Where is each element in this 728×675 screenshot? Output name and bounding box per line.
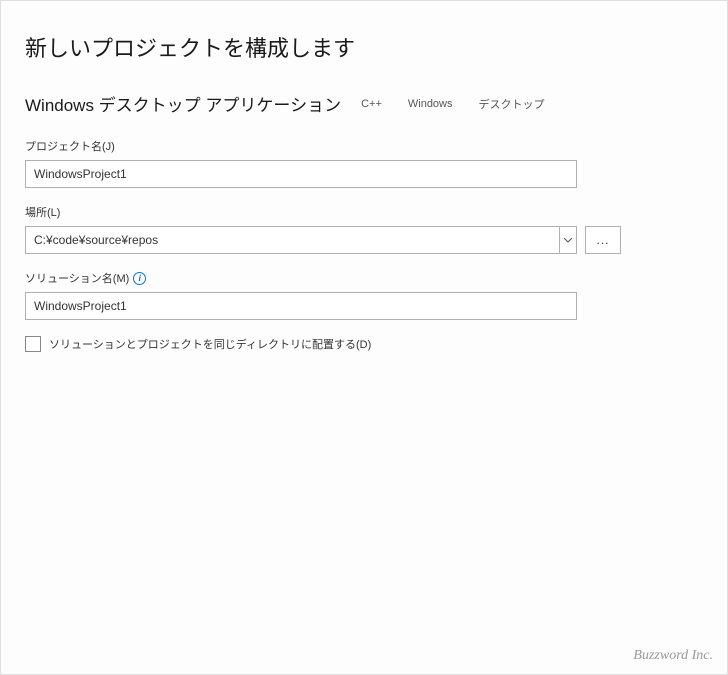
location-label: 場所(L) xyxy=(25,204,703,220)
solution-name-label: ソリューション名(M) i xyxy=(25,270,703,286)
tag-desktop: デスクトップ xyxy=(473,94,551,114)
project-name-input[interactable] xyxy=(25,160,577,188)
footer-credit: Buzzword Inc. xyxy=(633,648,713,664)
chevron-down-icon xyxy=(564,238,572,243)
project-name-label: プロジェクト名(J) xyxy=(25,138,703,154)
page-title: 新しいプロジェクトを構成します xyxy=(25,31,703,63)
info-icon[interactable]: i xyxy=(133,272,146,285)
template-name: Windows デスクトップ アプリケーション xyxy=(25,91,341,116)
tag-windows: Windows xyxy=(402,96,459,112)
location-input[interactable] xyxy=(25,226,559,254)
same-directory-checkbox[interactable] xyxy=(25,336,41,352)
location-dropdown-button[interactable] xyxy=(559,226,577,254)
template-row: Windows デスクトップ アプリケーション C++ Windows デスクト… xyxy=(25,91,703,116)
same-directory-label: ソリューションとプロジェクトを同じディレクトリに配置する(D) xyxy=(49,336,371,352)
browse-button[interactable]: ... xyxy=(585,226,621,254)
tag-cpp: C++ xyxy=(355,96,388,112)
solution-name-input[interactable] xyxy=(25,292,577,320)
